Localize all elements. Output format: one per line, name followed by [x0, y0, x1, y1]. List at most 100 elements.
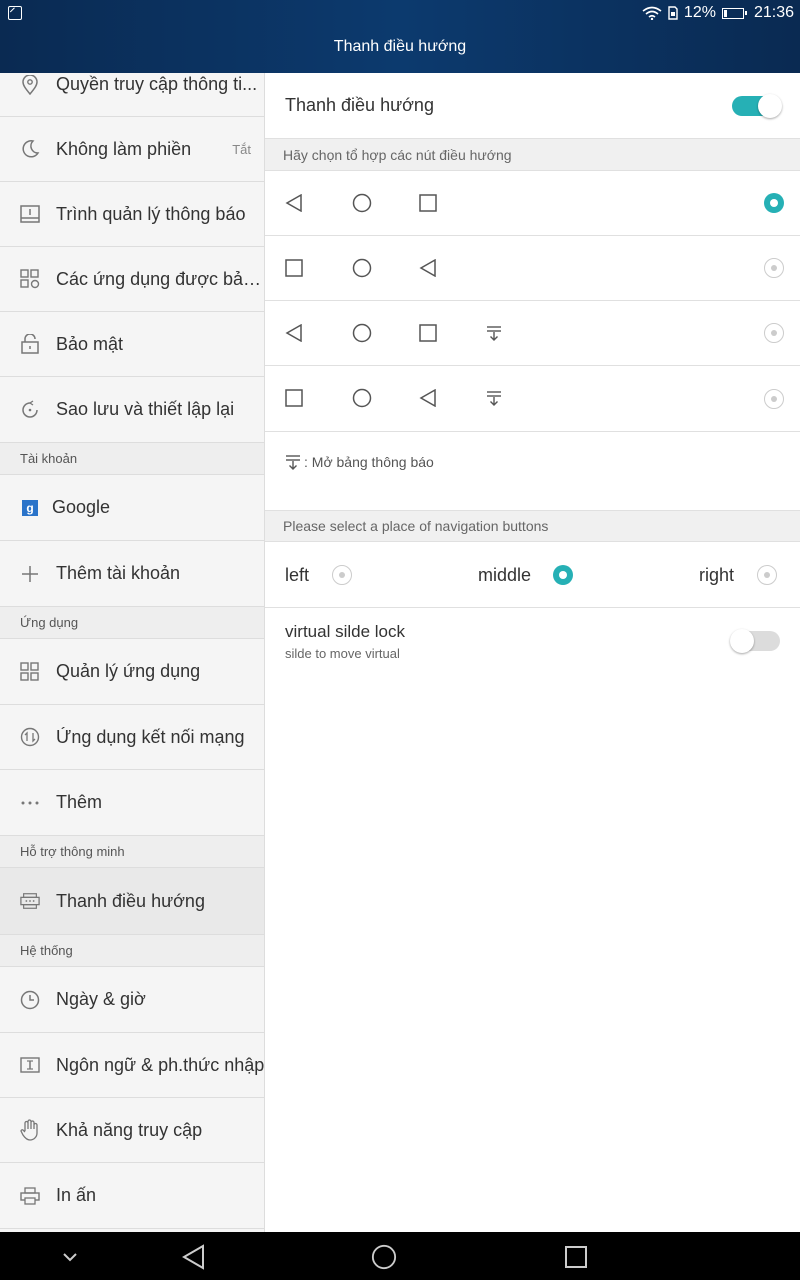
- hide-navbar-button[interactable]: [57, 1244, 83, 1270]
- notification-note-text: : Mở bảng thông báo: [304, 454, 434, 470]
- moon-icon: [20, 139, 40, 159]
- sidebar-item-security[interactable]: Bảo mật: [0, 312, 264, 377]
- sidebar-item-label: Quyền truy cập thông ti...: [56, 74, 258, 94]
- back-button[interactable]: [180, 1244, 206, 1270]
- combo-option-4[interactable]: [265, 366, 800, 432]
- sidebar-item-add-account[interactable]: Thêm tài khoản: [0, 541, 264, 607]
- status-bar: 12% 21:36: [0, 0, 800, 28]
- sidebar-item-language-input[interactable]: Ngôn ngữ & ph.thức nhập: [0, 1033, 265, 1098]
- home-icon: [352, 388, 372, 408]
- notification-note: : Mở bảng thông báo: [285, 454, 434, 470]
- sidebar-item-label: Thêm: [56, 792, 103, 812]
- combo-icons: [285, 171, 486, 235]
- protected-apps-icon: [20, 269, 40, 289]
- sidebar-item-protected-apps[interactable]: Các ứng dụng được bảo...: [0, 247, 265, 312]
- back-icon: [419, 389, 436, 407]
- navbar-toggle-switch[interactable]: [732, 94, 782, 118]
- navbar-toggle-row[interactable]: Thanh điều hướng: [265, 73, 800, 139]
- combo-section-header: Hãy chọn tổ hợp các nút điều hướng: [265, 139, 800, 171]
- battery-icon: [721, 7, 747, 19]
- sidebar-item-more[interactable]: Thêm: [0, 770, 264, 836]
- back-icon: [419, 259, 436, 277]
- sidebar-item-notification-manager[interactable]: Trình quản lý thông báo: [0, 182, 264, 247]
- settings-sidebar[interactable]: Quyền truy cập thông ti... Không làm phi…: [0, 73, 265, 1232]
- home-icon: [352, 258, 372, 278]
- notification-manager-icon: [20, 204, 40, 224]
- sidebar-item-network-apps[interactable]: Ứng dụng kết nối mạng: [0, 705, 264, 770]
- virtual-lock-row[interactable]: virtual silde lock silde to move virtual: [265, 608, 800, 674]
- combo-icons: [285, 366, 553, 430]
- section-header-apps: Ứng dụng: [0, 607, 264, 639]
- navigation-bar-settings-panel: Thanh điều hướng Hãy chọn tổ hợp các nút…: [265, 73, 800, 1232]
- more-icon: [20, 793, 40, 813]
- plus-icon: [20, 564, 40, 584]
- recent-apps-icon: [285, 389, 303, 407]
- recent-apps-button[interactable]: [563, 1244, 589, 1270]
- navbar-icon: [20, 891, 40, 911]
- sidebar-item-label: Trình quản lý thông báo: [56, 203, 246, 224]
- section-header-smart-assist: Hỗ trợ thông minh: [0, 836, 264, 868]
- combo-option-2[interactable]: [265, 236, 800, 301]
- sidebar-item-label: Ứng dụng kết nối mạng: [56, 726, 245, 747]
- back-icon: [285, 194, 302, 212]
- sidebar-item-label: Ngôn ngữ & ph.thức nhập: [56, 1054, 265, 1075]
- chevron-down-icon: [63, 1253, 77, 1262]
- back-icon: [182, 1244, 204, 1270]
- notification-pulldown-icon: [487, 391, 501, 406]
- virtual-lock-subtitle: silde to move virtual: [285, 646, 400, 661]
- sidebar-item-label: Thanh điều hướng: [56, 890, 205, 911]
- sidebar-item-label: Các ứng dụng được bảo...: [56, 268, 265, 289]
- combo-icons: [285, 236, 486, 300]
- network-icon: [20, 727, 40, 747]
- sidebar-item-backup-reset[interactable]: Sao lưu và thiết lập lại: [0, 377, 264, 443]
- navbar-toggle-label: Thanh điều hướng: [285, 95, 434, 115]
- sidebar-item-label: Ngày & giờ: [56, 989, 146, 1009]
- home-button[interactable]: [371, 1244, 397, 1270]
- combo-option-1[interactable]: [265, 171, 800, 236]
- place-left-radio[interactable]: [332, 565, 352, 585]
- combo-radio-1[interactable]: [764, 193, 784, 213]
- combo-option-3[interactable]: [265, 301, 800, 366]
- printer-icon: [20, 1186, 40, 1206]
- sidebar-item-notification-access[interactable]: Quyền truy cập thông ti...: [0, 73, 264, 117]
- home-icon: [352, 193, 372, 213]
- sidebar-item-date-time[interactable]: Ngày & giờ: [0, 967, 264, 1033]
- backup-icon: [20, 399, 40, 420]
- virtual-lock-toggle[interactable]: [730, 629, 780, 653]
- battery-percent: 12%: [683, 4, 716, 21]
- lock-icon: [20, 334, 40, 354]
- dnd-status: Tắt: [232, 141, 251, 157]
- place-left-label: left: [285, 565, 310, 585]
- page-title: Thanh điều hướng: [333, 38, 467, 55]
- hand-icon: [20, 1119, 40, 1141]
- combo-radio-4[interactable]: [764, 389, 784, 409]
- home-icon: [371, 1244, 397, 1270]
- back-icon: [285, 324, 302, 342]
- sidebar-item-label: Thêm tài khoản: [56, 563, 181, 583]
- sim-icon: [668, 6, 678, 20]
- keyboard-icon: [20, 1055, 40, 1075]
- place-middle-radio[interactable]: [553, 565, 573, 585]
- sidebar-item-printing[interactable]: In ấn: [0, 1163, 264, 1229]
- sidebar-item-label: Không làm phiền: [56, 138, 192, 159]
- top-bar: 12% 21:36 Thanh điều hướng: [0, 0, 800, 73]
- combo-radio-2[interactable]: [764, 258, 784, 278]
- sidebar-item-label: In ấn: [56, 1185, 97, 1205]
- place-right-label: right: [699, 565, 735, 585]
- combo-radio-3[interactable]: [764, 323, 784, 343]
- notification-note-row: : Mở bảng thông báo: [265, 432, 800, 510]
- place-right-radio[interactable]: [757, 565, 777, 585]
- sidebar-item-label: Bảo mật: [56, 333, 124, 354]
- recent-apps-icon: [565, 1246, 587, 1268]
- place-options-row: left middle right: [265, 542, 800, 608]
- system-navigation-bar: [0, 1232, 800, 1280]
- notification-pulldown-icon: [286, 455, 300, 470]
- sidebar-item-app-manager[interactable]: Quản lý ứng dụng: [0, 639, 264, 705]
- sidebar-item-accessibility[interactable]: Khả năng truy cập: [0, 1098, 264, 1163]
- clock-time: 21:36: [753, 4, 794, 21]
- sidebar-item-navigation-bar[interactable]: Thanh điều hướng: [0, 868, 264, 935]
- sidebar-item-google[interactable]: g Google: [0, 475, 264, 541]
- sidebar-item-label: Google: [52, 497, 111, 517]
- sidebar-item-do-not-disturb[interactable]: Không làm phiền Tắt: [0, 117, 264, 182]
- home-icon: [352, 323, 372, 343]
